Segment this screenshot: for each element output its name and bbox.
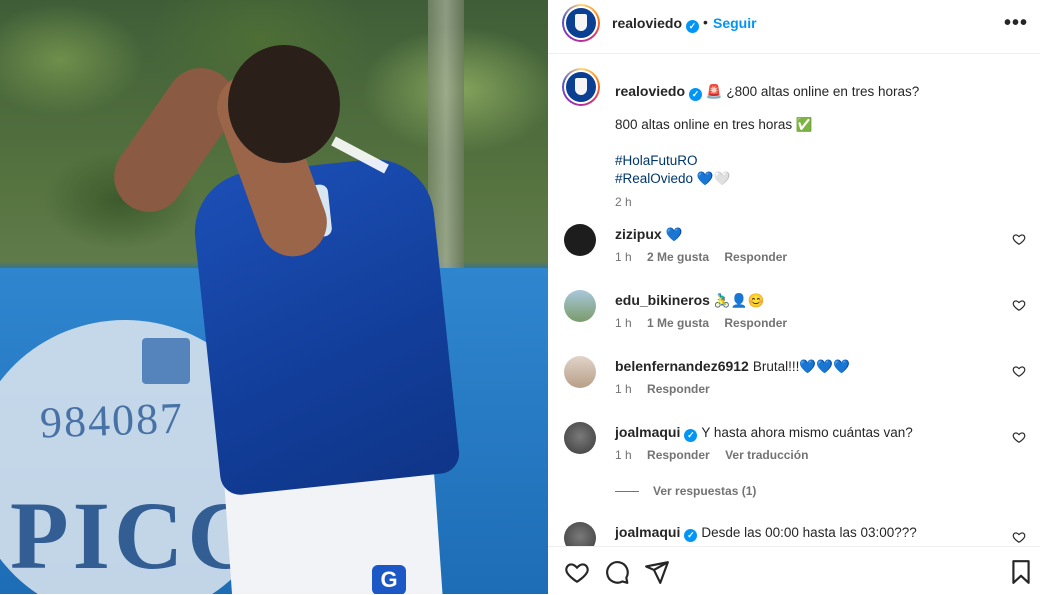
post-panel: realoviedo ✓ • Seguir ••• realoviedo ✓ 🚨 ¿… bbox=[548, 0, 1040, 594]
more-options-icon[interactable]: ••• bbox=[1004, 12, 1028, 35]
caption-username[interactable]: realoviedo ✓ bbox=[615, 83, 703, 101]
verified-badge-icon: ✓ bbox=[689, 88, 703, 101]
comment-text: Brutal!!!💙💙💙 bbox=[752, 359, 850, 374]
follow-button[interactable]: Seguir bbox=[713, 15, 757, 31]
heart-icon[interactable] bbox=[1012, 430, 1026, 444]
oviedo-crest-icon bbox=[566, 8, 596, 38]
view-replies-button[interactable]: Ver respuestas (1) bbox=[615, 484, 756, 498]
hashtag-link[interactable]: #RealOviedo bbox=[615, 171, 693, 186]
hashtag-link[interactable]: #HolaFutuRO bbox=[615, 153, 698, 168]
comment-line: joalmaqui ✓ Desde las 00:00 hasta las 03:0… bbox=[615, 524, 917, 542]
like-heart-icon[interactable] bbox=[564, 559, 590, 585]
caption-text: 🚨 ¿800 altas online en tres horas? bbox=[705, 84, 920, 99]
comment-meta: 1 h 1 Me gusta Responder bbox=[615, 316, 799, 330]
comment-meta: 1 h 2 Me gusta Responder bbox=[615, 250, 799, 264]
comment-likes[interactable]: 1 Me gusta bbox=[647, 316, 709, 330]
comment-username[interactable]: belenfernandez6912 bbox=[615, 358, 749, 374]
share-send-icon[interactable] bbox=[644, 559, 670, 585]
comment-meta: 1 h Responder Ver traducción bbox=[615, 448, 820, 462]
heart-icon[interactable] bbox=[1012, 364, 1026, 378]
replies-divider bbox=[615, 491, 639, 493]
caption-first-line: realoviedo ✓ 🚨 ¿800 altas online en tres … bbox=[615, 82, 1015, 101]
comment-item: joalmaqui ✓ Y hasta ahora mismo cuántas va… bbox=[562, 418, 1032, 478]
comment-meta: 1 h Responder bbox=[615, 382, 722, 396]
reply-button[interactable]: Responder bbox=[724, 250, 787, 264]
reply-button[interactable]: Responder bbox=[647, 382, 710, 396]
shorts-logo: G bbox=[372, 565, 406, 594]
hashtag-line: #RealOviedo 💙🤍 bbox=[615, 171, 730, 187]
post-header: realoviedo ✓ • Seguir ••• bbox=[548, 0, 1040, 54]
comment-username[interactable]: edu_bikineros bbox=[615, 292, 710, 308]
comment-time: 1 h bbox=[615, 448, 632, 462]
comment-time: 1 h bbox=[615, 316, 632, 330]
caption-second-line: 800 altas online en tres horas ✅ bbox=[615, 117, 813, 132]
comment-text: 🚴‍♂️👤😊 bbox=[713, 293, 765, 308]
comment-item: zizipux 💙 1 h 2 Me gusta Responder bbox=[562, 220, 1032, 280]
comment-line: joalmaqui ✓ Y hasta ahora mismo cuántas va… bbox=[615, 424, 913, 442]
author-avatar[interactable] bbox=[562, 4, 600, 42]
comment-item: joalmaqui ✓ Desde las 00:00 hasta las 03:0… bbox=[562, 518, 1032, 546]
comment-username[interactable]: joalmaqui ✓ bbox=[615, 524, 698, 542]
oviedo-crest-icon bbox=[566, 72, 596, 102]
reply-button[interactable]: Responder bbox=[647, 448, 710, 462]
hashtag-suffix: 💙🤍 bbox=[696, 171, 731, 186]
comment-item: belenfernandez6912 Brutal!!!💙💙💙 1 h Respo… bbox=[562, 352, 1032, 412]
author-username[interactable]: realoviedo ✓ bbox=[612, 15, 700, 33]
comment-likes[interactable]: 2 Me gusta bbox=[647, 250, 709, 264]
comment-time: 1 h bbox=[615, 250, 632, 264]
post-actions-bar bbox=[548, 546, 1040, 595]
comment-item: edu_bikineros 🚴‍♂️👤😊 1 h 1 Me gusta Respo… bbox=[562, 286, 1032, 346]
comment-line: belenfernandez6912 Brutal!!!💙💙💙 bbox=[615, 358, 850, 375]
avatar[interactable] bbox=[564, 422, 596, 454]
avatar[interactable] bbox=[564, 224, 596, 256]
separator-dot: • bbox=[703, 14, 708, 30]
comment-text: 💙 bbox=[665, 227, 683, 242]
comment-text: Y hasta ahora mismo cuántas van? bbox=[701, 425, 913, 440]
comment-line: edu_bikineros 🚴‍♂️👤😊 bbox=[615, 292, 764, 309]
comments-scroll-area[interactable]: realoviedo ✓ 🚨 ¿800 altas online en tres … bbox=[548, 54, 1040, 546]
heart-icon[interactable] bbox=[1012, 232, 1026, 246]
post-image[interactable]: 984087 PICCO G bbox=[0, 0, 548, 594]
caption-time: 2 h bbox=[615, 195, 632, 209]
player-head bbox=[228, 45, 340, 163]
heart-icon[interactable] bbox=[1012, 530, 1026, 544]
heart-icon[interactable] bbox=[1012, 298, 1026, 312]
verified-badge-icon: ✓ bbox=[684, 529, 698, 542]
comment-username[interactable]: zizipux bbox=[615, 226, 662, 242]
comment-bubble-icon[interactable] bbox=[604, 559, 630, 585]
comment-line: zizipux 💙 bbox=[615, 226, 682, 243]
comment-time: 1 h bbox=[615, 382, 632, 396]
avatar[interactable] bbox=[564, 522, 596, 546]
comment-text: Desde las 00:00 hasta las 03:00??? bbox=[701, 525, 917, 540]
verified-badge-icon: ✓ bbox=[684, 429, 698, 442]
avatar[interactable] bbox=[564, 290, 596, 322]
avatar[interactable] bbox=[564, 356, 596, 388]
caption-avatar[interactable] bbox=[562, 68, 600, 106]
save-bookmark-icon[interactable] bbox=[1008, 559, 1034, 585]
board-crest bbox=[142, 338, 190, 384]
reply-button[interactable]: Responder bbox=[724, 316, 787, 330]
comment-username[interactable]: joalmaqui ✓ bbox=[615, 424, 698, 442]
see-translation-button[interactable]: Ver traducción bbox=[725, 448, 808, 462]
board-phone-text: 984087 bbox=[39, 393, 185, 448]
verified-badge-icon: ✓ bbox=[686, 20, 700, 33]
